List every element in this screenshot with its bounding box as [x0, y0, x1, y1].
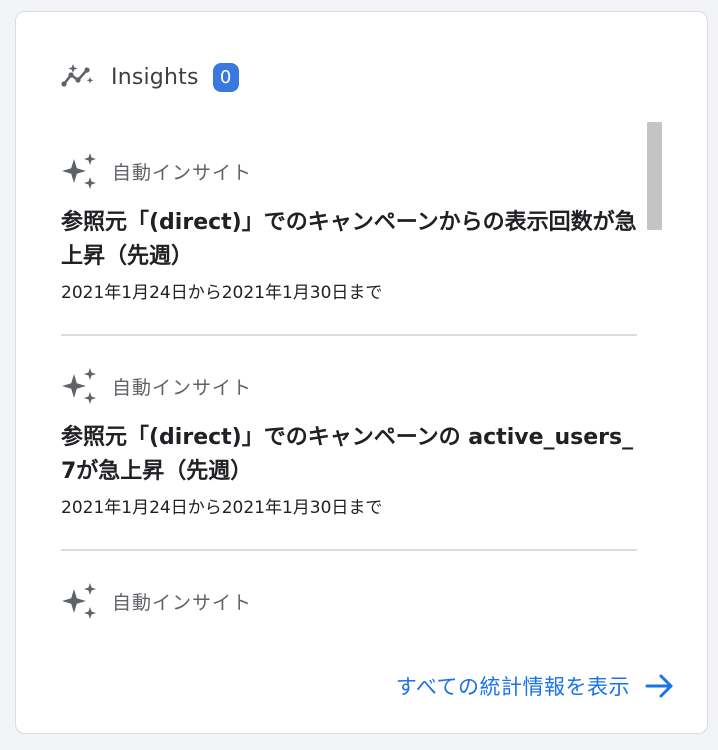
- insight-date-range: 2021年1月24日から2021年1月30日まで: [61, 283, 383, 303]
- card-title: Insights: [111, 64, 199, 90]
- scrollbar-thumb[interactable]: [647, 122, 662, 230]
- insight-type-label: 自動インサイト: [112, 591, 253, 614]
- sparkle-icon: [62, 583, 96, 619]
- divider: [61, 334, 637, 336]
- view-all-insights-label[interactable]: すべての統計情報を表示: [396, 671, 630, 701]
- insight-label-row: 自動インサイト: [61, 152, 252, 190]
- insight-label-row: 自動インサイト: [61, 367, 252, 405]
- insights-list[interactable]: 自動インサイト 参照元「(direct)」でのキャンペーンからの表示回数が急上昇…: [16, 122, 707, 642]
- sparkle-icon: [62, 153, 96, 189]
- insight-type-label: 自動インサイト: [112, 376, 253, 399]
- sparkle-icon: [62, 368, 96, 404]
- card-header: Insights 0: [61, 62, 239, 92]
- arrow-right-icon[interactable]: [644, 672, 676, 700]
- insights-trend-icon: [61, 64, 94, 87]
- insights-card: Insights 0 自動インサイト 参照元「(direct)」でのキャンペーン…: [15, 11, 708, 734]
- view-all-insights-link[interactable]: すべての統計情報を表示: [396, 668, 676, 704]
- insight-type-label: 自動インサイト: [112, 161, 253, 184]
- insight-label-row: 自動インサイト: [61, 582, 252, 620]
- divider: [61, 549, 637, 551]
- insight-date-range: 2021年1月24日から2021年1月30日まで: [61, 498, 383, 518]
- insight-title: 参照元「(direct)」でのキャンペーンの active_users_7が急上…: [61, 425, 634, 484]
- insights-count-badge: 0: [212, 62, 239, 92]
- insight-title: 参照元「(direct)」でのキャンペーンからの表示回数が急上昇（先週）: [61, 210, 637, 269]
